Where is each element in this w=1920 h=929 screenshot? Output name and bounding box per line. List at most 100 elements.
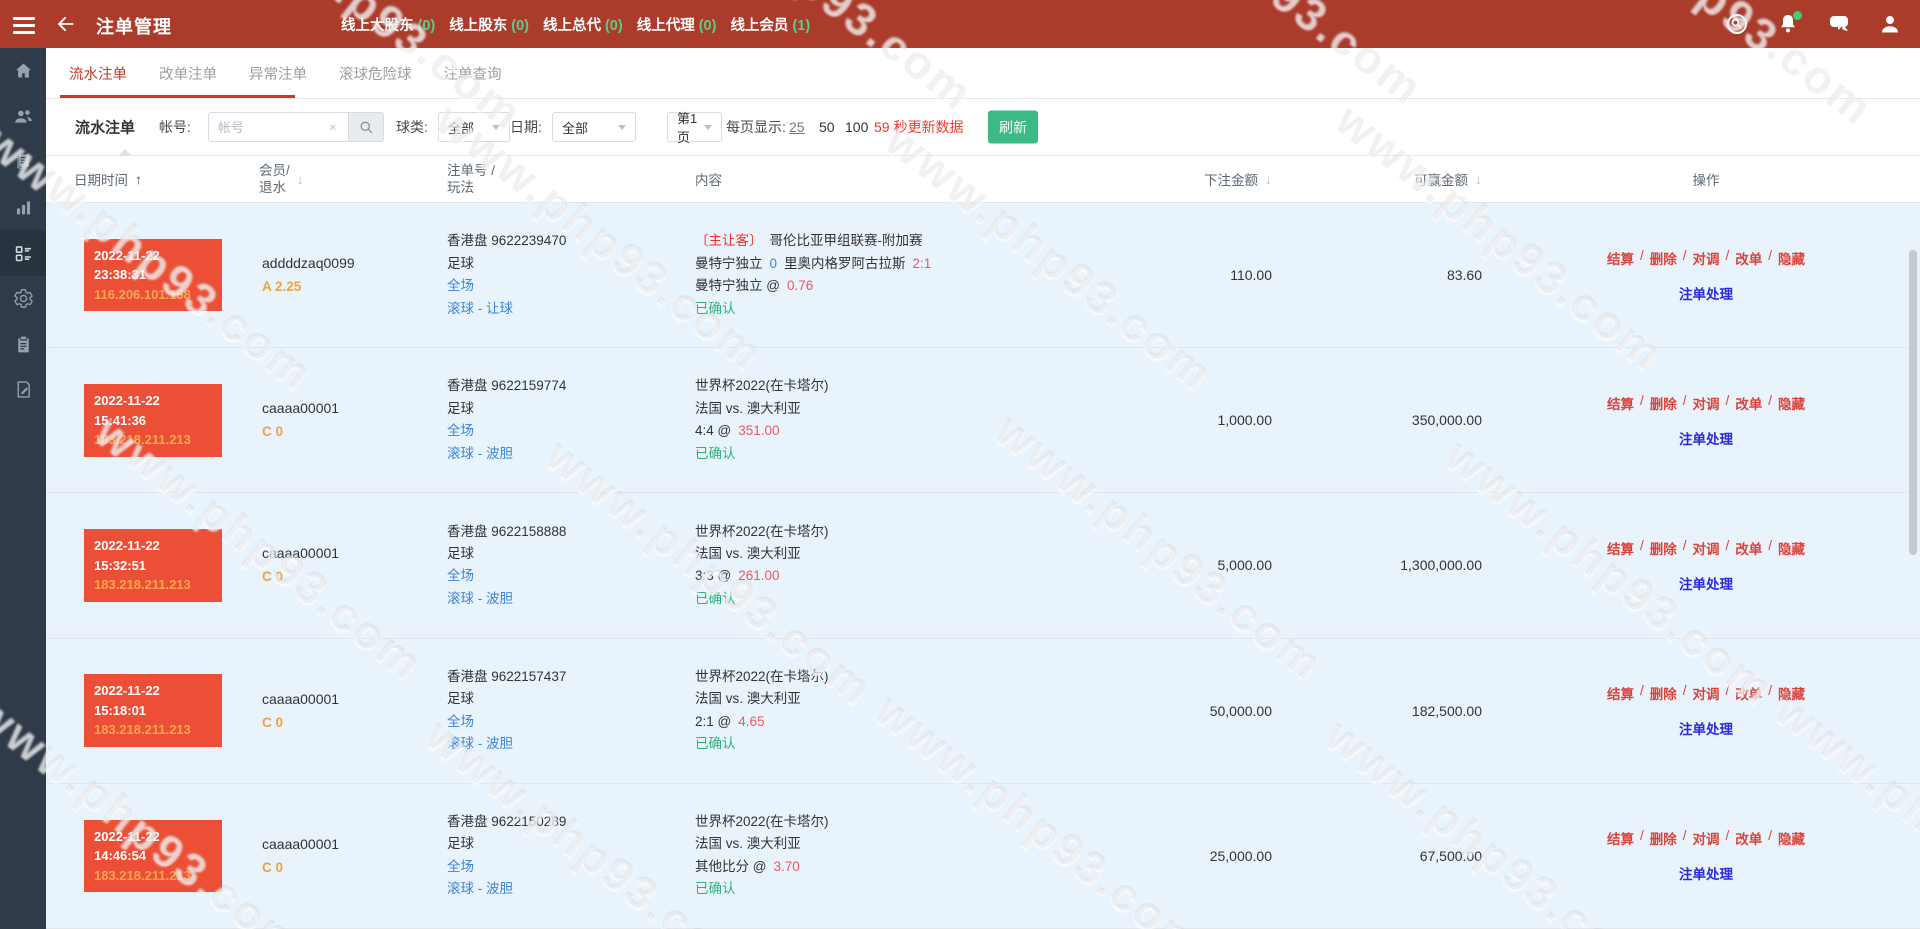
action-modify[interactable]: 改单 <box>1735 393 1762 413</box>
bet-play-link[interactable]: 滚球 - 让球 <box>447 298 649 320</box>
action-hide[interactable]: 隐藏 <box>1778 538 1805 558</box>
action-modify[interactable]: 改单 <box>1735 538 1762 558</box>
bet-scope-link[interactable]: 全场 <box>447 711 649 733</box>
tab-running-orders[interactable]: 流水注单 <box>69 63 127 84</box>
action-modify[interactable]: 改单 <box>1735 683 1762 703</box>
action-delete[interactable]: 删除 <box>1650 393 1677 413</box>
table-header: 日期时间 ↑ 会员/退水 ↓ 注单号 / 玩法 内容 下注金额 ↓ 可赢金额 ↓ 操作 <box>46 156 1920 203</box>
sort-descending-icon[interactable]: ↓ <box>1265 171 1272 187</box>
sidebar-item-bet-orders[interactable] <box>0 230 46 276</box>
action-hide[interactable]: 隐藏 <box>1778 248 1805 268</box>
nav-online-major-shareholder[interactable]: 线上大股东 (0) <box>341 14 435 35</box>
action-modify[interactable]: 改单 <box>1735 828 1762 848</box>
sidebar-item-statistics[interactable] <box>0 185 46 231</box>
action-delete[interactable]: 删除 <box>1650 248 1677 268</box>
content-segment: 4.65 <box>738 713 765 729</box>
back-arrow-icon[interactable] <box>54 13 76 40</box>
process-order-link[interactable]: 注单处理 <box>1679 863 1733 883</box>
content-segment: 曼特宁独立 @ <box>695 278 780 294</box>
action-settle[interactable]: 结算 <box>1607 828 1634 848</box>
bet-play-link[interactable]: 滚球 - 波胆 <box>447 588 649 610</box>
sort-descending-icon[interactable]: ↓ <box>297 171 304 187</box>
action-settle[interactable]: 结算 <box>1607 393 1634 413</box>
document-edit-icon <box>13 379 34 400</box>
page-select[interactable]: 第1页 <box>667 111 722 145</box>
action-delete[interactable]: 删除 <box>1650 683 1677 703</box>
col-header-bet-amount[interactable]: 下注金额 <box>1204 169 1258 189</box>
action-delete[interactable]: 删除 <box>1650 538 1677 558</box>
date-select[interactable]: 全部 <box>552 112 636 142</box>
per-page-option-50[interactable]: 50 <box>819 119 835 135</box>
action-delete[interactable]: 删除 <box>1650 828 1677 848</box>
clipboard-icon <box>13 334 34 355</box>
action-settle[interactable]: 结算 <box>1607 538 1634 558</box>
per-page-option-25[interactable]: 25 <box>789 119 805 135</box>
action-hide[interactable]: 隐藏 <box>1778 393 1805 413</box>
clear-input-icon[interactable]: × <box>329 120 337 135</box>
col-header-member[interactable]: 会员/退水 <box>259 162 290 196</box>
collapse-caret-icon[interactable] <box>118 149 132 156</box>
process-order-link[interactable]: 注单处理 <box>1679 573 1733 593</box>
nav-count: (1) <box>792 17 811 34</box>
notifications-bell-icon[interactable] <box>1776 11 1802 36</box>
notification-dot <box>1793 11 1802 20</box>
action-swap[interactable]: 对调 <box>1693 248 1720 268</box>
refresh-button[interactable]: 刷新 <box>988 110 1038 144</box>
tab-abnormal-orders[interactable]: 异常注单 <box>249 63 307 84</box>
process-order-link[interactable]: 注单处理 <box>1679 428 1733 448</box>
tab-order-query[interactable]: 注单查询 <box>444 63 502 84</box>
bet-play-link[interactable]: 滚球 - 波胆 <box>447 443 649 465</box>
bet-scope-link[interactable]: 全场 <box>447 420 649 442</box>
nav-online-member[interactable]: 线上会员 (1) <box>730 14 810 35</box>
vertical-scrollbar-thumb[interactable] <box>1909 250 1917 555</box>
action-hide[interactable]: 隐藏 <box>1778 828 1805 848</box>
nav-online-agent[interactable]: 线上代理 (0) <box>637 14 717 35</box>
search-button[interactable] <box>349 112 384 142</box>
sidebar-item-reports[interactable] <box>0 139 46 185</box>
nav-online-shareholder[interactable]: 线上股东 (0) <box>449 14 529 35</box>
action-settle[interactable]: 结算 <box>1607 248 1634 268</box>
sidebar-item-edit-log[interactable] <box>0 367 46 413</box>
sort-ascending-icon[interactable]: ↑ <box>135 172 142 187</box>
sidebar-item-users[interactable] <box>0 94 46 140</box>
tab-changed-orders[interactable]: 改单注单 <box>159 63 217 84</box>
action-hide[interactable]: 隐藏 <box>1778 683 1805 703</box>
action-swap[interactable]: 对调 <box>1693 393 1720 413</box>
action-swap[interactable]: 对调 <box>1693 683 1720 703</box>
bet-scope-link[interactable]: 全场 <box>447 856 649 878</box>
sport-select[interactable]: 全部 <box>438 112 510 142</box>
account-label: 帐号: <box>159 119 191 135</box>
bet-scope-link[interactable]: 全场 <box>447 565 649 587</box>
process-order-link[interactable]: 注单处理 <box>1679 718 1733 738</box>
sidebar-item-clipboard[interactable] <box>0 322 46 368</box>
per-page-option-100[interactable]: 100 <box>845 119 868 135</box>
account-input[interactable] <box>208 112 349 142</box>
action-modify[interactable]: 改单 <box>1735 248 1762 268</box>
bet-play-link[interactable]: 滚球 - 波胆 <box>447 733 649 755</box>
action-separator: / <box>1682 683 1687 699</box>
tab-live-danger-ball[interactable]: 滚球危险球 <box>339 63 412 84</box>
bet-amount: 25,000.00 <box>1209 847 1272 864</box>
sidebar-item-settings[interactable] <box>0 276 46 322</box>
action-settle[interactable]: 结算 <box>1607 683 1634 703</box>
bet-play-link[interactable]: 滚球 - 波胆 <box>447 878 649 900</box>
search-icon[interactable] <box>1725 12 1749 36</box>
action-swap[interactable]: 对调 <box>1693 828 1720 848</box>
member-rebate: C 0 <box>262 714 284 730</box>
content-segment: 0 <box>769 255 778 271</box>
content-line: 法国 vs. 澳大利亚 <box>695 688 1100 710</box>
messages-chat-icon[interactable] <box>1827 12 1851 36</box>
nav-online-general-agent[interactable]: 线上总代 (0) <box>543 14 623 35</box>
col-header-win-amount[interactable]: 可赢金额 <box>1414 169 1468 189</box>
process-order-link[interactable]: 注单处理 <box>1679 283 1733 303</box>
content-line: 已确认 <box>695 878 1100 900</box>
col-header-datetime[interactable]: 日期时间 <box>74 169 128 189</box>
nav-count: (0) <box>604 17 623 34</box>
bet-scope-link[interactable]: 全场 <box>447 275 649 297</box>
action-swap[interactable]: 对调 <box>1693 538 1720 558</box>
sort-descending-icon[interactable]: ↓ <box>1475 171 1482 187</box>
user-profile-icon[interactable] <box>1878 12 1902 36</box>
bet-date: 2022-11-22 <box>94 393 160 409</box>
hamburger-menu-icon[interactable] <box>13 17 35 38</box>
sidebar-item-home[interactable] <box>0 48 46 94</box>
